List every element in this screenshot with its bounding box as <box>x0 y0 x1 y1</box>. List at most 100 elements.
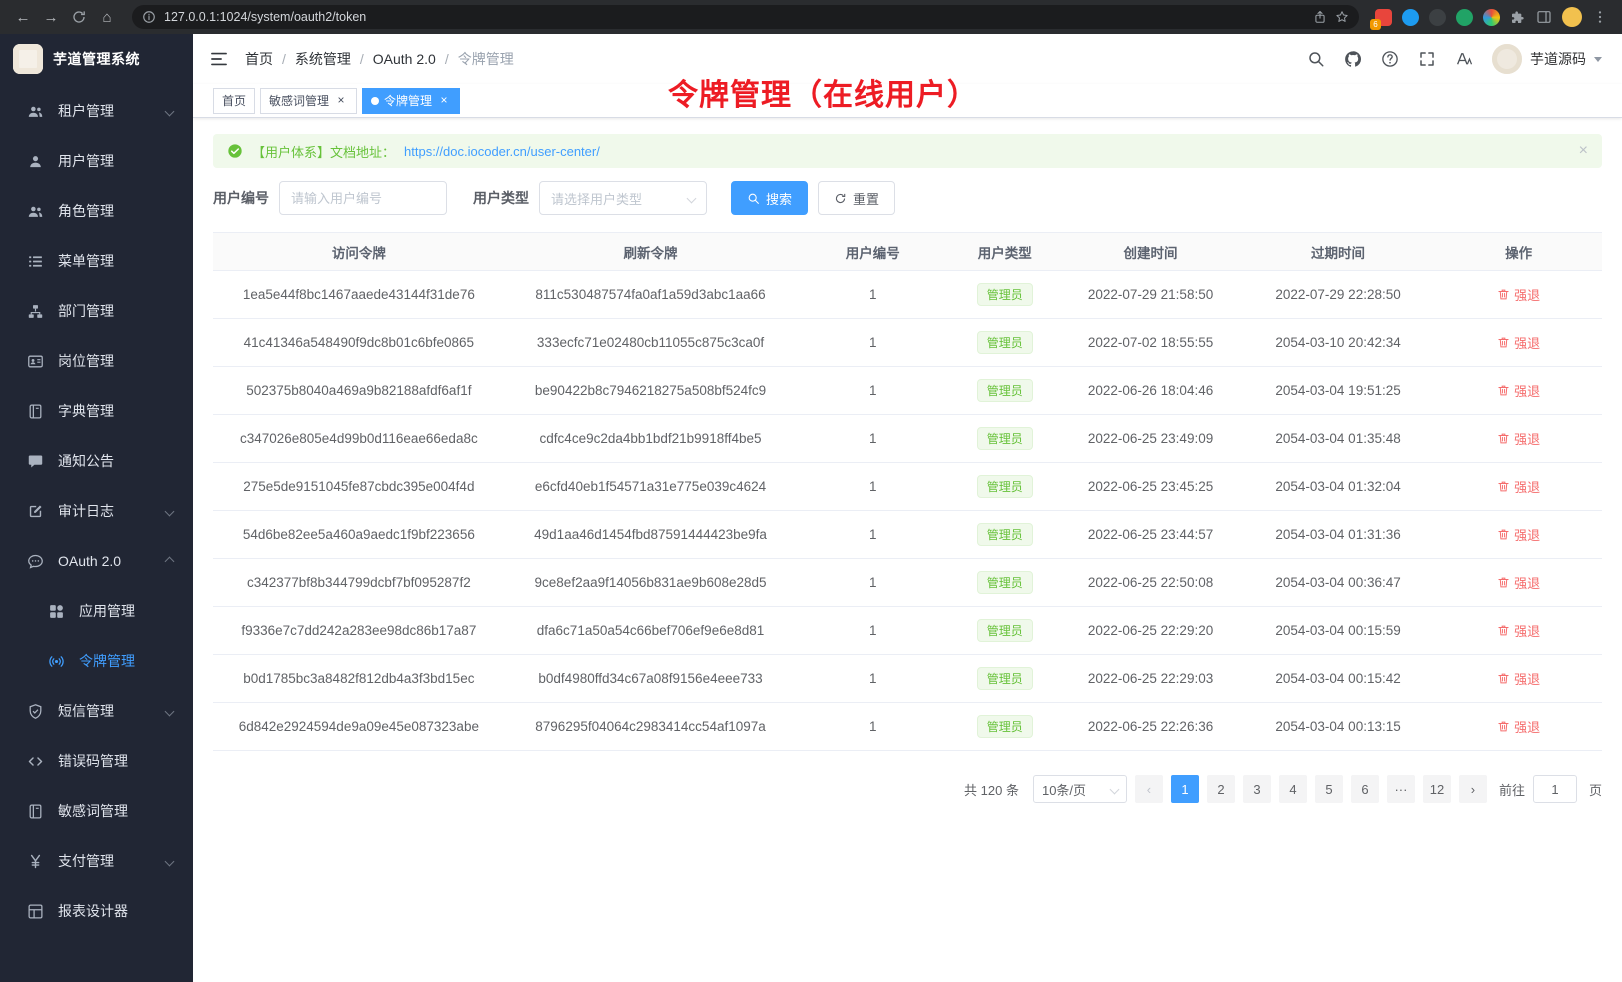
page-button-5[interactable]: 5 <box>1315 775 1343 803</box>
close-icon[interactable]: × <box>334 94 348 108</box>
sidebar-item-payment[interactable]: 支付管理 <box>0 836 193 886</box>
sidebar-item-oauth2-app[interactable]: 应用管理 <box>0 586 193 636</box>
extension-icon-green[interactable] <box>1456 9 1473 26</box>
fullscreen-icon[interactable] <box>1418 50 1436 68</box>
back-button[interactable]: ← <box>10 4 36 30</box>
goto-page-input[interactable] <box>1533 775 1577 803</box>
side-panel-icon[interactable] <box>1536 9 1552 25</box>
refresh-token-cell: 9ce8ef2aa9f14056b831ae9b608e28d5 <box>505 559 797 607</box>
search-button[interactable]: 搜索 <box>731 181 808 215</box>
font-size-icon[interactable] <box>1455 50 1473 68</box>
sidebar-item-role[interactable]: 角色管理 <box>0 186 193 236</box>
force-logout-button[interactable]: 强退 <box>1497 477 1540 496</box>
force-logout-button[interactable]: 强退 <box>1497 285 1540 304</box>
next-page-button[interactable]: › <box>1459 775 1487 803</box>
more-pages-button[interactable]: ··· <box>1387 775 1415 803</box>
refresh-button[interactable] <box>66 4 92 30</box>
forward-button[interactable]: → <box>38 4 64 30</box>
force-logout-button[interactable]: 强退 <box>1497 525 1540 544</box>
tab-token-management[interactable]: 令牌管理 × <box>362 88 460 114</box>
refresh-token-cell: be90422b8c7946218275a508bf524fc9 <box>505 367 797 415</box>
expires-at-cell: 2054-03-04 01:32:04 <box>1241 463 1435 511</box>
edit-icon <box>27 503 44 520</box>
share-icon[interactable] <box>1313 10 1327 24</box>
extension-icon-dark[interactable] <box>1429 9 1446 26</box>
extension-cluster: 6 <box>1371 7 1612 27</box>
refresh-token-cell: 8796295f04064c2983414cc54af1097a <box>505 703 797 751</box>
search-icon[interactable] <box>1307 50 1325 68</box>
sidebar-item-oauth2[interactable]: OAuth 2.0 <box>0 536 193 586</box>
home-button[interactable]: ⌂ <box>94 4 120 30</box>
sidebar-item-oauth2-token[interactable]: 令牌管理 <box>0 636 193 686</box>
extension-icon-colorful[interactable] <box>1483 9 1500 26</box>
force-logout-button[interactable]: 强退 <box>1497 669 1540 688</box>
sidebar-item-dict[interactable]: 字典管理 <box>0 386 193 436</box>
table-row: 6d842e2924594de9a09e45e087323abe 8796295… <box>213 703 1602 751</box>
reset-button[interactable]: 重置 <box>818 181 895 215</box>
prev-page-button[interactable]: ‹ <box>1135 775 1163 803</box>
page-button-1[interactable]: 1 <box>1171 775 1199 803</box>
created-at-cell: 2022-06-25 22:26:36 <box>1060 703 1241 751</box>
force-logout-button[interactable]: 强退 <box>1497 333 1540 352</box>
page-button-6[interactable]: 6 <box>1351 775 1379 803</box>
extension-icon-blue[interactable] <box>1402 9 1419 26</box>
doc-link[interactable]: https://doc.iocoder.cn/user-center/ <box>404 144 600 159</box>
sidebar-item-notice[interactable]: 通知公告 <box>0 436 193 486</box>
breadcrumb-oauth2[interactable]: OAuth 2.0 <box>373 51 436 67</box>
users-icon <box>27 103 44 120</box>
goto-label: 前往 <box>1499 780 1525 799</box>
kebab-menu-icon[interactable] <box>1592 9 1608 25</box>
profile-avatar[interactable] <box>1562 7 1582 27</box>
github-icon[interactable] <box>1344 50 1362 68</box>
app-title: 芋道管理系统 <box>53 49 140 69</box>
page-button-12[interactable]: 12 <box>1423 775 1451 803</box>
sidebar-item-sensitive-words[interactable]: 敏感词管理 <box>0 786 193 836</box>
chat-icon <box>27 553 44 570</box>
force-logout-button[interactable]: 强退 <box>1497 381 1540 400</box>
reset-button-label: 重置 <box>853 189 879 208</box>
sidebar-item-user[interactable]: 用户管理 <box>0 136 193 186</box>
page-button-3[interactable]: 3 <box>1243 775 1271 803</box>
sidebar-item-tenant[interactable]: 租户管理 <box>0 86 193 136</box>
sidebar-item-label: 报表设计器 <box>58 901 128 921</box>
page-size-select[interactable]: 10条/页 <box>1033 775 1127 803</box>
breadcrumb-home[interactable]: 首页 <box>245 49 273 69</box>
sidebar-item-error-code[interactable]: 错误码管理 <box>0 736 193 786</box>
close-icon[interactable]: × <box>437 94 451 108</box>
force-logout-button[interactable]: 强退 <box>1497 717 1540 736</box>
refresh-token-cell: e6cfd40eb1f54571a31e775e039c4624 <box>505 463 797 511</box>
force-logout-button[interactable]: 强退 <box>1497 621 1540 640</box>
force-logout-button[interactable]: 强退 <box>1497 429 1540 448</box>
bookmark-star-icon[interactable] <box>1335 10 1349 24</box>
search-button-label: 搜索 <box>766 189 792 208</box>
info-icon <box>142 10 156 24</box>
extensions-puzzle-icon[interactable] <box>1510 9 1526 25</box>
user-id-cell: 1 <box>796 655 949 703</box>
user-type-select[interactable]: 请选择用户类型 <box>539 181 707 215</box>
user-menu[interactable]: 芋道源码 <box>1492 44 1602 74</box>
select-placeholder: 请选择用户类型 <box>551 189 642 208</box>
sidebar-item-menu[interactable]: 菜单管理 <box>0 236 193 286</box>
tab-home[interactable]: 首页 <box>213 88 255 114</box>
page-button-2[interactable]: 2 <box>1207 775 1235 803</box>
sidebar-item-audit-log[interactable]: 审计日志 <box>0 486 193 536</box>
sidebar-item-dept[interactable]: 部门管理 <box>0 286 193 336</box>
extension-icon-red[interactable]: 6 <box>1375 9 1392 26</box>
page-button-4[interactable]: 4 <box>1279 775 1307 803</box>
hamburger-menu-icon[interactable] <box>209 49 229 69</box>
user-id-cell: 1 <box>796 511 949 559</box>
help-icon[interactable] <box>1381 50 1399 68</box>
force-logout-button[interactable]: 强退 <box>1497 573 1540 592</box>
url-field[interactable]: 127.0.0.1:1024/system/oauth2/token <box>132 5 1359 29</box>
sidebar-item-sms[interactable]: 短信管理 <box>0 686 193 736</box>
close-icon[interactable]: × <box>1579 142 1588 160</box>
breadcrumb-system[interactable]: 系统管理 <box>295 49 351 69</box>
user-id-input[interactable] <box>279 181 447 215</box>
expires-at-cell: 2054-03-04 00:15:59 <box>1241 607 1435 655</box>
sidebar-item-post[interactable]: 岗位管理 <box>0 336 193 386</box>
breadcrumb: 首页 / 系统管理 / OAuth 2.0 / 令牌管理 <box>245 49 514 69</box>
created-at-cell: 2022-06-25 22:29:20 <box>1060 607 1241 655</box>
bubble-icon <box>27 453 44 470</box>
sidebar-item-report-designer[interactable]: 报表设计器 <box>0 886 193 936</box>
tab-sensitive-words[interactable]: 敏感词管理 × <box>260 88 357 114</box>
